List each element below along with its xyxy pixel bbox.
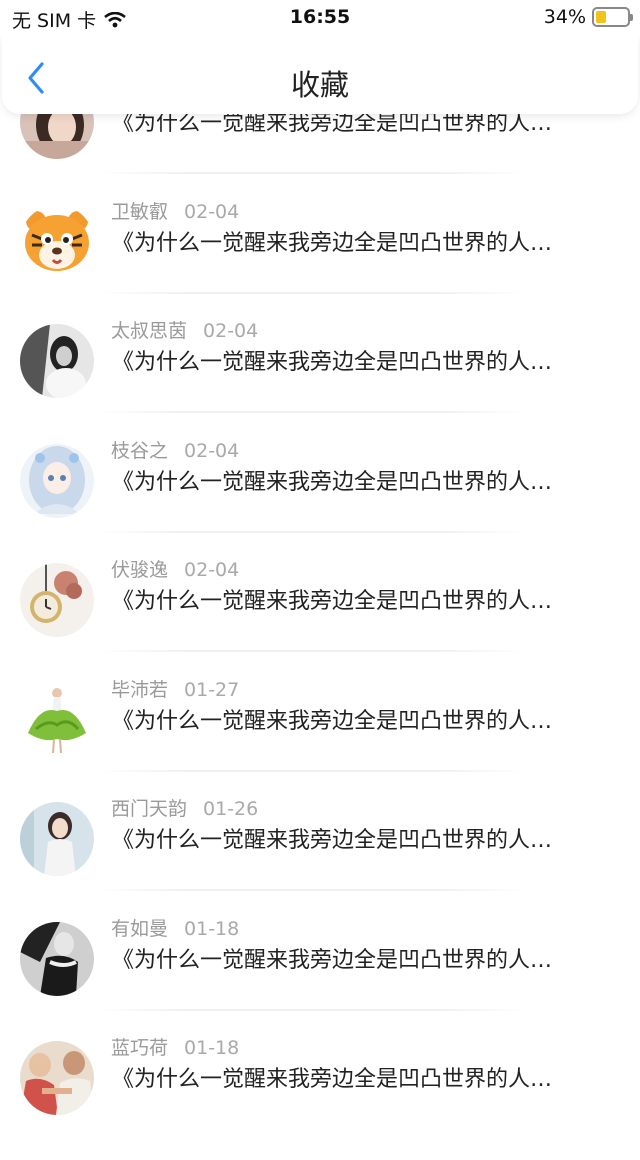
list-item[interactable]: 太叔思茵 02-04 《为什么一觉醒来我旁边全是凹凸世界的人… — [0, 320, 640, 443]
avatar[interactable] — [20, 683, 94, 757]
battery-icon — [592, 7, 633, 27]
list-item[interactable]: 蓝巧荷 01-18 《为什么一觉醒来我旁边全是凹凸世界的人… — [0, 1037, 640, 1160]
author-name: 有如曼 — [111, 918, 169, 940]
item-title[interactable]: 《为什么一觉醒来我旁边全是凹凸世界的人… — [112, 583, 612, 615]
avatar[interactable] — [20, 205, 94, 279]
list-item[interactable]: 伏骏逸 02-04 《为什么一觉醒来我旁边全是凹凸世界的人… — [0, 559, 640, 682]
battery-status: 34% — [543, 6, 633, 28]
item-meta: 卫敏叡 02-04 — [111, 197, 239, 224]
author-name: 蓝巧荷 — [111, 1037, 169, 1059]
avatar[interactable] — [20, 324, 94, 398]
battery-level-fill — [596, 11, 607, 23]
item-title[interactable]: 《为什么一觉醒来我旁边全是凹凸世界的人… — [112, 344, 612, 376]
author-name: 枝谷之 — [111, 440, 169, 462]
list-item[interactable]: 枝谷之 02-04 《为什么一觉醒来我旁边全是凹凸世界的人… — [0, 440, 640, 563]
status-bar: 无 SIM 卡 16:55 34% — [0, 0, 640, 36]
divider — [96, 889, 528, 891]
page-title: 收藏 — [290, 68, 349, 102]
author-name: 毕沛若 — [111, 679, 169, 701]
item-date: 02-04 — [184, 559, 240, 581]
divider — [96, 292, 528, 294]
nav-bar: 收藏 — [2, 36, 638, 114]
item-title[interactable]: 《为什么一觉醒来我旁边全是凹凸世界的人… — [112, 225, 612, 257]
divider — [96, 411, 528, 413]
avatar[interactable] — [20, 802, 94, 876]
author-name: 卫敏叡 — [111, 201, 169, 223]
item-meta: 枝谷之 02-04 — [111, 436, 239, 463]
item-title[interactable]: 《为什么一觉醒来我旁边全是凹凸世界的人… — [112, 703, 612, 735]
item-meta: 蓝巧荷 01-18 — [111, 1033, 239, 1060]
author-name: 太叔思茵 — [111, 320, 188, 342]
item-meta: 毕沛若 01-27 — [111, 675, 239, 702]
item-date: 01-27 — [184, 679, 240, 701]
item-date: 02-04 — [184, 201, 240, 223]
item-date: 01-18 — [184, 1037, 240, 1059]
author-name: 西门天韵 — [111, 798, 188, 820]
battery-percent: 34% — [543, 6, 586, 28]
item-title[interactable]: 《为什么一觉醒来我旁边全是凹凸世界的人… — [112, 1061, 612, 1093]
avatar[interactable] — [20, 563, 94, 637]
divider — [96, 650, 528, 652]
item-title[interactable]: 《为什么一觉醒来我旁边全是凹凸世界的人… — [112, 464, 612, 496]
list-item[interactable]: 西门天韵 01-26 《为什么一觉醒来我旁边全是凹凸世界的人… — [0, 798, 640, 921]
list-item[interactable]: 卫敏叡 02-04 《为什么一觉醒来我旁边全是凹凸世界的人… — [0, 201, 640, 324]
item-title[interactable]: 《为什么一觉醒来我旁边全是凹凸世界的人… — [112, 942, 612, 974]
item-date: 01-18 — [184, 918, 240, 940]
item-meta: 西门天韵 01-26 — [111, 794, 258, 821]
item-title[interactable]: 《为什么一觉醒来我旁边全是凹凸世界的人… — [112, 822, 612, 854]
item-meta: 太叔思茵 02-04 — [111, 316, 258, 343]
divider — [96, 531, 528, 533]
avatar[interactable] — [20, 444, 94, 518]
divider — [96, 172, 528, 174]
avatar[interactable] — [20, 1041, 94, 1115]
avatar[interactable] — [20, 922, 94, 996]
divider — [96, 1009, 528, 1011]
item-meta: 伏骏逸 02-04 — [111, 555, 239, 582]
author-name: 伏骏逸 — [111, 559, 169, 581]
divider — [96, 770, 528, 772]
item-date: 02-04 — [203, 320, 259, 342]
item-date: 01-26 — [203, 798, 259, 820]
list-item[interactable]: 有如曼 01-18 《为什么一觉醒来我旁边全是凹凸世界的人… — [0, 918, 640, 1041]
item-date: 02-04 — [184, 440, 240, 462]
item-meta: 有如曼 01-18 — [111, 914, 239, 941]
list-item[interactable]: 毕沛若 01-27 《为什么一觉醒来我旁边全是凹凸世界的人… — [0, 679, 640, 802]
